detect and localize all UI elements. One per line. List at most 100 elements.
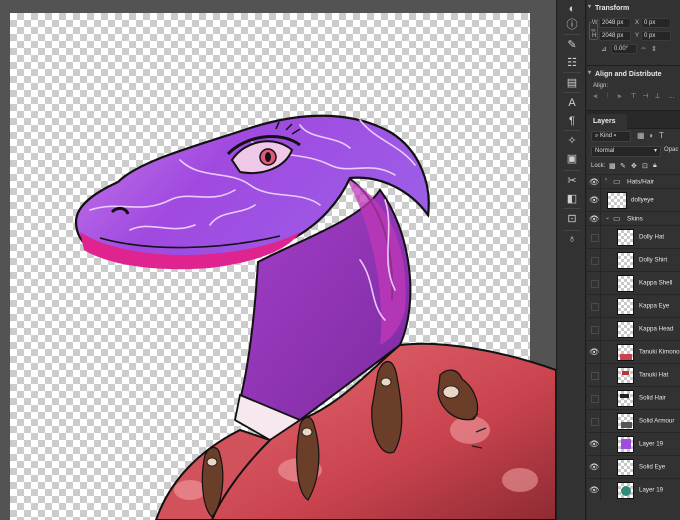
filter-type-icon[interactable]: T [659, 131, 664, 140]
brush-settings-icon[interactable]: ✎ [564, 38, 580, 52]
chevron-down-icon[interactable]: ⌄ [605, 214, 610, 221]
x-label: X [635, 20, 640, 26]
align-right-icon[interactable]: ⫸ [615, 92, 624, 101]
tab-layers[interactable]: Layers [587, 114, 627, 129]
layer-row[interactable]: 👁︎ Solid Eye [587, 455, 680, 478]
layer-name: dollyeye [631, 196, 654, 204]
layer-row[interactable]: 👁︎ Solid Hair [587, 386, 680, 409]
link-proportions-icon[interactable]: ∞ [589, 22, 598, 40]
layer-thumbnail [617, 229, 634, 246]
visibility-eye-icon[interactable]: 👁︎ [587, 212, 601, 225]
align-middle-icon[interactable]: ⊣ [641, 92, 650, 101]
lock-transparent-icon[interactable]: ▩ [609, 162, 616, 170]
glyphs-icon[interactable]: ✧ [564, 134, 580, 148]
visibility-eye-icon[interactable]: 👁︎ [587, 318, 601, 340]
layer-row[interactable]: 👁︎ › ▭ Hats/Hair [587, 174, 680, 188]
flip-vertical-icon[interactable]: ⇕ [651, 45, 657, 53]
visibility-eye-icon[interactable]: 👁︎ [587, 226, 601, 248]
layer-name: Solid Hair [639, 394, 666, 402]
gradient-tool-icon[interactable]: ◐ [564, 2, 580, 16]
layer-row[interactable]: 👁︎ Dolly Shirt [587, 248, 680, 271]
artwork-illustration [74, 114, 556, 520]
visibility-eye-icon[interactable]: 👁︎ [587, 387, 601, 409]
layer-row[interactable]: 👁︎ dollyeye [587, 188, 680, 211]
visibility-eye-icon[interactable]: 👁︎ [587, 341, 601, 363]
layer-row[interactable]: 👁︎ Kappa Shell [587, 271, 680, 294]
layer-name: Tanuki Kimono [639, 348, 680, 356]
height-field[interactable]: 2048 px [599, 31, 631, 41]
transform-title: Transform [595, 5, 630, 12]
filter-pixel-icon[interactable]: ▦ [637, 131, 645, 140]
blend-mode-select[interactable]: Normal ▾ [591, 146, 661, 157]
chevron-right-icon[interactable]: › [605, 177, 607, 183]
y-field[interactable]: 0 px [641, 31, 671, 41]
x-field[interactable]: 0 px [641, 18, 671, 28]
lock-row: Lock: ▩ ✎ ✥ ⊡ 🔒︎ [587, 159, 680, 174]
layer-row[interactable]: 👁︎ Kappa Eye [587, 294, 680, 317]
character-icon[interactable]: A [564, 96, 580, 110]
collapse-caret-icon[interactable]: ▾ [588, 0, 591, 14]
layer-row[interactable]: 👁︎ Tanuki Kimono [587, 340, 680, 363]
align-center-h-icon[interactable]: ⫶ [603, 92, 612, 101]
toolbar-strip: ◐ ⓘ ✎ ☷ ▤ A ¶ ✧ ▣ ✂ ◧ ⊡ ♁ [556, 0, 586, 520]
angle-field[interactable]: 0.00° [611, 44, 637, 54]
align-label: Align: [593, 83, 609, 89]
layer-row[interactable]: 👁︎ Solid Armour [587, 409, 680, 432]
visibility-eye-icon[interactable]: 👁︎ [587, 479, 601, 501]
visibility-eye-icon[interactable]: 👁︎ [587, 433, 601, 455]
layer-row[interactable]: 👁︎ ⌄ ▭ Skins [587, 211, 680, 225]
visibility-eye-icon[interactable]: 👁︎ [587, 410, 601, 432]
layer-name: Solid Armour [639, 417, 675, 425]
adjustments-icon[interactable]: ☷ [564, 56, 580, 70]
filter-kind-select[interactable]: ⌕ Kind ▾ [591, 131, 631, 142]
filter-adjustment-icon[interactable]: ◑ [648, 131, 653, 140]
visibility-eye-icon[interactable]: 👁︎ [587, 175, 601, 188]
layer-filter-row: ⌕ Kind ▾ ▦ ◑ T [587, 129, 680, 144]
lock-all-icon[interactable]: 🔒︎ [653, 162, 657, 170]
visibility-eye-icon[interactable]: 👁︎ [587, 189, 601, 211]
collapse-caret-icon[interactable]: ▾ [588, 66, 591, 80]
flip-horizontal-icon[interactable]: ⇔ [640, 45, 647, 52]
align-title-row[interactable]: ▾ Align and Distribute [587, 66, 680, 82]
type-tool-icon[interactable]: ⓘ [564, 18, 580, 32]
navigator-icon[interactable]: ◧ [564, 192, 580, 206]
opacity-label: Opac [664, 147, 679, 153]
transform-title-row[interactable]: ▾ Transform [587, 0, 680, 16]
visibility-eye-icon[interactable]: 👁︎ [587, 295, 601, 317]
layer-name: Layer 19 [639, 440, 664, 448]
align-left-icon[interactable]: ⫷ [591, 92, 600, 101]
layer-row[interactable]: 👁︎ Kappa Head [587, 317, 680, 340]
layer-name: Solid Eye [639, 463, 666, 471]
filter-kind-value: Kind [600, 133, 613, 139]
more-options-icon[interactable]: … [667, 92, 676, 101]
layer-row[interactable]: 👁︎ Layer 19 [587, 478, 680, 501]
lock-image-icon[interactable]: ✎ [620, 162, 626, 170]
layer-thumbnail [617, 275, 634, 292]
learn-icon[interactable]: ♁ [564, 232, 580, 246]
tools-icon[interactable]: ✂ [564, 174, 580, 188]
libraries-icon[interactable]: ⊡ [564, 212, 580, 226]
visibility-eye-icon[interactable]: 👁︎ [587, 272, 601, 294]
lock-position-icon[interactable]: ✥ [631, 162, 637, 170]
visibility-eye-icon[interactable]: 👁︎ [587, 249, 601, 271]
align-top-icon[interactable]: ⊤ [629, 92, 638, 101]
layer-row[interactable]: 👁︎ Dolly Hat [587, 225, 680, 248]
blend-mode-value: Normal [595, 148, 615, 154]
lock-label: Lock: [591, 163, 606, 169]
paragraph-icon[interactable]: ¶ [564, 114, 580, 128]
layer-thumbnail [617, 413, 634, 430]
layer-row[interactable]: 👁︎ Tanuki Hat [587, 363, 680, 386]
width-field[interactable]: 2048 px [599, 18, 631, 28]
align-bottom-icon[interactable]: ⊥ [653, 92, 662, 101]
chevron-down-icon: ▾ [653, 148, 657, 154]
layer-row[interactable]: 👁︎ Layer 19 [587, 432, 680, 455]
properties-icon[interactable]: ▤ [564, 76, 580, 90]
visibility-eye-icon[interactable]: 👁︎ [587, 456, 601, 478]
color-icon[interactable]: ▣ [564, 152, 580, 166]
layer-name: Kappa Shell [639, 279, 673, 287]
layer-thumbnail [617, 321, 634, 338]
lock-artboard-icon[interactable]: ⊡ [642, 162, 648, 170]
canvas-area[interactable] [0, 0, 556, 520]
visibility-eye-icon[interactable]: 👁︎ [587, 364, 601, 386]
rotate-icon: ⊿ [601, 46, 607, 53]
